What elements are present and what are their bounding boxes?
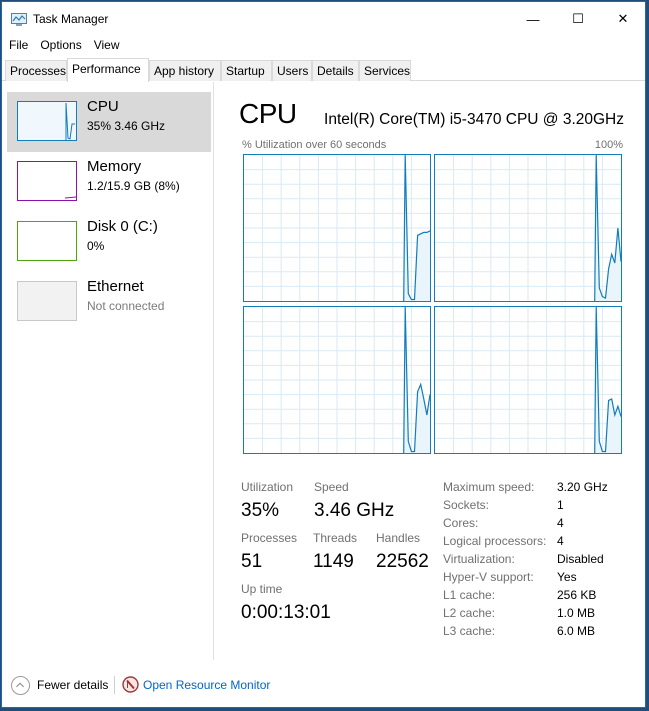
tab-startup[interactable]: Startup: [221, 60, 272, 81]
spec-value: Disabled: [557, 552, 604, 566]
menu-options[interactable]: Options: [34, 37, 87, 57]
maximize-icon: ☐: [572, 11, 584, 26]
close-icon: ✕: [617, 11, 629, 26]
task-manager-window: Task Manager — ☐ ✕ File Options View Pro…: [1, 1, 646, 708]
threads-value: 1149: [313, 551, 354, 572]
menu-view[interactable]: View: [88, 37, 126, 57]
graph-axis-label: % Utilization over 60 seconds: [242, 139, 387, 151]
sidebar-ethernet-subtitle: Not connected: [87, 299, 165, 313]
spec-label: L3 cache:: [443, 624, 496, 638]
task-manager-icon: [11, 13, 27, 26]
spec-value: Yes: [557, 570, 577, 584]
handles-label: Handles: [376, 531, 421, 545]
tab-users[interactable]: Users: [272, 60, 312, 81]
cpu-graph-1-svg: [435, 155, 621, 301]
graph-max-label: 100%: [594, 139, 623, 151]
spec-value: 6.0 MB: [557, 624, 596, 638]
speed-value: 3.46 GHz: [314, 500, 395, 521]
chevron-up-icon: [11, 676, 30, 695]
sidebar-cpu-title: CPU: [87, 98, 119, 115]
cpu-detail-panel: CPU Intel(R) Core(TM) i5-3470 CPU @ 3.20…: [215, 82, 645, 660]
uptime-value: 0:00:13:01: [241, 602, 331, 623]
memory-thumbnail-line: [64, 196, 77, 199]
disk-thumbnail-graph: [17, 221, 77, 261]
spec-value: 1: [557, 498, 564, 512]
spec-label: Cores:: [443, 516, 479, 530]
handles-value: 22562: [376, 551, 429, 572]
cpu-graph-3-svg: [435, 307, 621, 453]
cpu-thumbnail-graph: [17, 101, 77, 141]
sidebar-ethernet-title: Ethernet: [87, 278, 144, 295]
ethernet-thumbnail-graph: [17, 281, 77, 321]
processes-value: 51: [241, 551, 263, 572]
utilization-label: Utilization: [241, 480, 294, 494]
memory-thumbnail-graph: [17, 161, 77, 201]
sidebar-memory-title: Memory: [87, 158, 142, 175]
speed-label: Speed: [314, 480, 349, 494]
minimize-button[interactable]: —: [510, 2, 556, 36]
cpu-graph-3: [434, 306, 622, 454]
sidebar-item-memory[interactable]: Memory 1.2/15.9 GB (8%): [7, 152, 211, 212]
sidebar-item-cpu[interactable]: CPU 35% 3.46 GHz: [7, 92, 211, 152]
uptime-label: Up time: [241, 582, 283, 596]
tab-performance[interactable]: Performance: [67, 58, 149, 82]
resource-monitor-icon: [122, 676, 139, 693]
cpu-graph-2: [243, 306, 431, 454]
sidebar-item-ethernet[interactable]: Ethernet Not connected: [7, 272, 211, 332]
tab-app-history[interactable]: App history: [149, 60, 221, 81]
resource-sidebar: CPU 35% 3.46 GHz Memory 1.2/15.9 GB (8%)…: [2, 82, 214, 660]
spec-label: Hyper-V support:: [443, 570, 534, 584]
processes-label: Processes: [241, 531, 298, 545]
threads-label: Threads: [313, 531, 358, 545]
fewer-details-label: Fewer details: [37, 678, 109, 692]
footer-divider: [114, 676, 115, 694]
menu-bar: File Options View: [2, 37, 126, 57]
utilization-value: 35%: [241, 500, 280, 521]
sidebar-disk-subtitle: 0%: [87, 239, 105, 253]
sidebar-memory-subtitle: 1.2/15.9 GB (8%): [87, 179, 180, 193]
close-button[interactable]: ✕: [600, 2, 646, 36]
tab-services[interactable]: Services: [359, 60, 411, 81]
spec-value: 4: [557, 516, 564, 530]
tab-details[interactable]: Details: [312, 60, 359, 81]
cpu-graph-0-svg: [244, 155, 430, 301]
spec-value: 3.20 GHz: [557, 480, 608, 494]
cpu-graph-0: [243, 154, 431, 302]
spec-value: 256 KB: [557, 588, 597, 602]
spec-label: L1 cache:: [443, 588, 496, 602]
window-title: Task Manager: [33, 12, 109, 26]
spec-label: Logical processors:: [443, 534, 547, 548]
sidebar-cpu-subtitle: 35% 3.46 GHz: [87, 119, 166, 133]
spec-value: 1.0 MB: [557, 606, 596, 620]
spec-label: L2 cache:: [443, 606, 496, 620]
footer-bar: Fewer details Open Resource Monitor: [2, 668, 645, 704]
cpu-graph-1: [434, 154, 622, 302]
spec-label: Virtualization:: [443, 552, 515, 566]
sidebar-item-disk[interactable]: Disk 0 (C:) 0%: [7, 212, 211, 272]
cpu-graph-2-svg: [244, 307, 430, 453]
menu-file[interactable]: File: [2, 37, 34, 57]
open-resource-monitor-label: Open Resource Monitor: [143, 678, 271, 692]
minimize-icon: —: [526, 11, 540, 27]
cpu-model-name: Intel(R) Core(TM) i5-3470 CPU @ 3.20GHz: [324, 111, 624, 128]
spec-label: Maximum speed:: [443, 480, 535, 494]
tab-strip: Processes Performance App history Startu…: [2, 58, 645, 82]
sidebar-disk-title: Disk 0 (C:): [87, 218, 158, 235]
page-title: CPU: [239, 98, 297, 129]
spec-label: Sockets:: [443, 498, 490, 512]
tab-processes[interactable]: Processes: [5, 60, 67, 81]
cpu-thumbnail-line: [18, 102, 76, 140]
title-bar[interactable]: Task Manager — ☐ ✕: [2, 2, 645, 36]
maximize-button[interactable]: ☐: [555, 2, 601, 36]
spec-value: 4: [557, 534, 564, 548]
